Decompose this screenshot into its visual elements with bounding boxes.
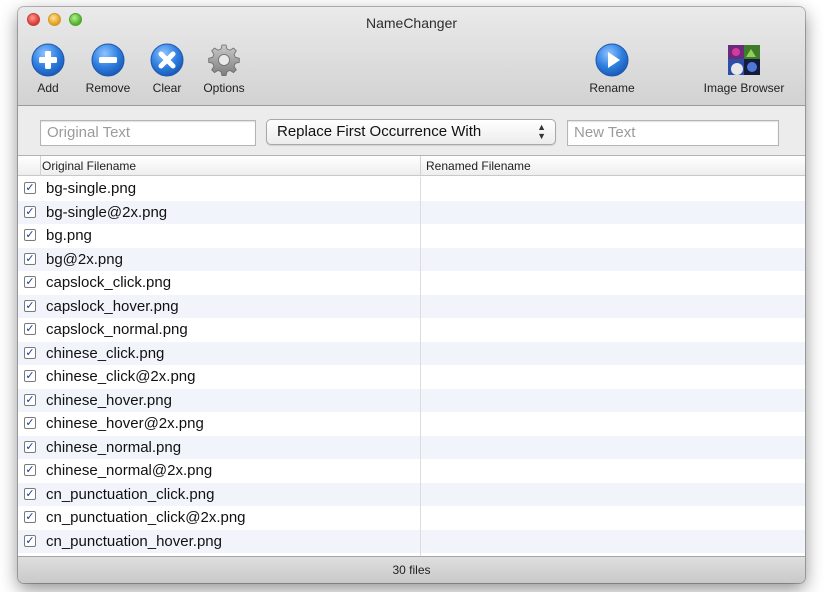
original-filename: bg-single@2x.png bbox=[46, 203, 168, 221]
remove-label: Remove bbox=[85, 81, 131, 95]
row-checkbox[interactable]: ✓ bbox=[24, 511, 36, 523]
row-checkbox[interactable]: ✓ bbox=[24, 276, 36, 288]
gear-icon bbox=[208, 44, 240, 76]
window-title: NameChanger bbox=[365, 15, 458, 31]
table-body: ✓ bg-single.png ✓ bg-single@2x.png ✓ bg.png ✓ b… bbox=[18, 177, 805, 553]
table-row[interactable]: ✓ capslock_normal.png bbox=[18, 318, 805, 342]
row-checkbox[interactable]: ✓ bbox=[24, 299, 36, 312]
table-row[interactable]: ✓ chinese_click@2x.png bbox=[18, 365, 805, 389]
clear-button[interactable]: Clear bbox=[147, 43, 187, 95]
original-filename: chinese_normal.png bbox=[46, 438, 182, 456]
image-browser-button[interactable]: Image Browser bbox=[694, 43, 794, 95]
rename-controls: Original Text Replace First Occurrence W… bbox=[18, 107, 805, 155]
table-row[interactable]: ✓ bg-single@2x.png bbox=[18, 200, 805, 224]
minus-circle-icon bbox=[91, 43, 125, 77]
table-row[interactable]: ✓ cn_punctuation_hover.png bbox=[18, 529, 805, 553]
new-text-input[interactable]: New Text bbox=[567, 120, 779, 146]
table-row[interactable]: ✓ chinese_hover.png bbox=[18, 388, 805, 412]
plus-circle-icon bbox=[31, 43, 65, 77]
original-filename: bg-single.png bbox=[46, 180, 137, 197]
original-filename: chinese_hover@2x.png bbox=[46, 415, 204, 432]
column-header-original[interactable]: Original Filename bbox=[42, 159, 136, 173]
table-row[interactable]: ✓ chinese_hover@2x.png bbox=[18, 412, 805, 436]
status-bar: 30 files bbox=[18, 556, 805, 583]
original-filename: capslock_click.png bbox=[46, 274, 172, 291]
clear-label: Clear bbox=[152, 81, 182, 95]
table-row[interactable]: ✓ chinese_normal.png bbox=[18, 435, 805, 459]
original-filename: bg@2x.png bbox=[46, 250, 123, 268]
original-filename: capslock_normal.png bbox=[46, 321, 188, 338]
file-table: Original Filename Renamed Filename ✓ bg-s… bbox=[18, 155, 805, 556]
row-checkbox[interactable]: ✓ bbox=[24, 205, 36, 218]
row-checkbox[interactable]: ✓ bbox=[24, 440, 36, 453]
app-window: NameChanger Add Remove Clear Options Ren… bbox=[18, 7, 805, 583]
column-header-renamed[interactable]: Renamed Filename bbox=[426, 159, 531, 173]
original-filename: cn_punctuation_click@2x.png bbox=[46, 509, 246, 526]
play-circle-icon bbox=[595, 43, 629, 77]
row-checkbox[interactable]: ✓ bbox=[24, 229, 36, 241]
original-filename: chinese_click@2x.png bbox=[46, 368, 196, 385]
row-checkbox[interactable]: ✓ bbox=[24, 534, 36, 547]
toolbar: NameChanger Add Remove Clear Options Ren… bbox=[18, 7, 805, 106]
add-button[interactable]: Add bbox=[30, 43, 66, 95]
table-row[interactable]: ✓ capslock_click.png bbox=[18, 271, 805, 295]
table-row[interactable]: ✓ capslock_hover.png bbox=[18, 294, 805, 318]
original-filename: chinese_normal@2x.png bbox=[46, 462, 213, 479]
row-checkbox[interactable]: ✓ bbox=[24, 487, 36, 500]
row-checkbox[interactable]: ✓ bbox=[24, 464, 36, 476]
original-text-input[interactable]: Original Text bbox=[40, 120, 256, 146]
original-filename: capslock_hover.png bbox=[46, 297, 179, 315]
table-row[interactable]: ✓ chinese_normal@2x.png bbox=[18, 459, 805, 483]
table-row[interactable]: ✓ bg-single.png bbox=[18, 177, 805, 201]
table-row[interactable]: ✓ bg@2x.png bbox=[18, 247, 805, 271]
x-circle-icon bbox=[150, 43, 184, 77]
row-checkbox[interactable]: ✓ bbox=[24, 393, 36, 406]
original-filename: chinese_hover.png bbox=[46, 391, 172, 409]
row-checkbox[interactable]: ✓ bbox=[24, 346, 36, 359]
row-checkbox[interactable]: ✓ bbox=[24, 417, 36, 429]
rename-mode-value: Replace First Occurrence With bbox=[277, 123, 482, 140]
original-filename: cn_punctuation_click.png bbox=[46, 485, 215, 503]
options-button[interactable]: Options bbox=[196, 43, 252, 95]
original-filename: cn_punctuation_hover.png bbox=[46, 532, 222, 550]
row-checkbox[interactable]: ✓ bbox=[24, 370, 36, 382]
row-checkbox[interactable]: ✓ bbox=[24, 252, 36, 265]
updown-arrows-icon: ▲ ▼ bbox=[537, 122, 546, 141]
file-count: 30 files bbox=[392, 563, 431, 577]
rename-mode-select[interactable]: Replace First Occurrence With ▲ ▼ bbox=[266, 119, 556, 145]
original-filename: bg.png bbox=[46, 227, 92, 244]
row-checkbox[interactable]: ✓ bbox=[24, 323, 36, 335]
rename-label: Rename bbox=[589, 81, 635, 95]
table-row[interactable]: ✓ cn_punctuation_click@2x.png bbox=[18, 506, 805, 530]
image-browser-icon bbox=[728, 45, 760, 75]
table-row[interactable]: ✓ cn_punctuation_click.png bbox=[18, 482, 805, 506]
original-filename: chinese_click.png bbox=[46, 344, 165, 362]
table-row[interactable]: ✓ chinese_click.png bbox=[18, 341, 805, 365]
options-label: Options bbox=[203, 81, 245, 95]
add-label: Add bbox=[37, 81, 59, 95]
rename-button[interactable]: Rename bbox=[584, 43, 640, 95]
table-row[interactable]: ✓ bg.png bbox=[18, 224, 805, 248]
image-browser-label: Image Browser bbox=[703, 81, 785, 95]
remove-button[interactable]: Remove bbox=[80, 43, 136, 95]
row-checkbox[interactable]: ✓ bbox=[24, 182, 36, 194]
table-header: Original Filename Renamed Filename bbox=[18, 156, 805, 176]
